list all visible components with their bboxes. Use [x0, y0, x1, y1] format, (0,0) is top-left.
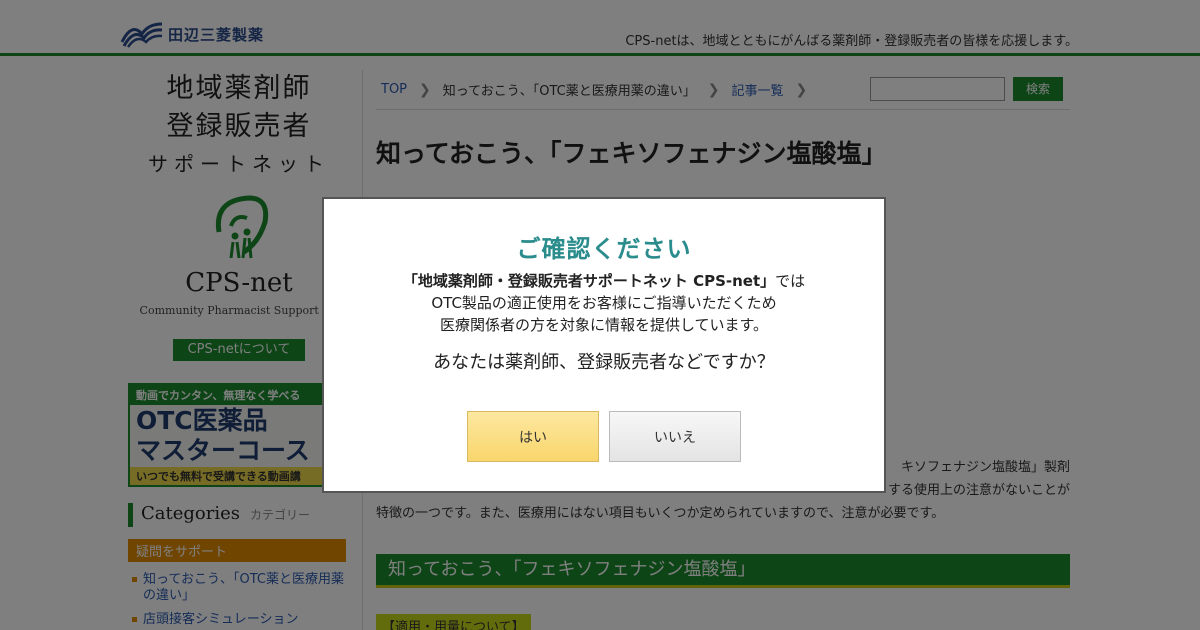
dialog-site-name: 「地域薬剤師・登録販売者サポートネット CPS-net」 [402, 272, 776, 290]
dialog-line2: OTC製品の適正使用をお客様にご指導いただくため [431, 294, 777, 312]
dialog-line3: 医療関係者の方を対象に情報を提供しています。 [439, 316, 769, 334]
dialog-line1-rest: では [775, 272, 806, 290]
dialog-buttons: はい いいえ [324, 411, 884, 462]
no-button[interactable]: いいえ [609, 411, 741, 462]
dialog-question: あなたは薬剤師、登録販売者などですか？ [433, 352, 775, 373]
dialog-title: ご確認ください [516, 235, 692, 263]
confirmation-dialog: ご確認ください 「地域薬剤師・登録販売者サポートネット CPS-net」では O… [322, 197, 886, 493]
yes-button[interactable]: はい [467, 411, 599, 462]
dialog-line1: 「地域薬剤師・登録販売者サポートネット CPS-net」では [324, 270, 884, 292]
